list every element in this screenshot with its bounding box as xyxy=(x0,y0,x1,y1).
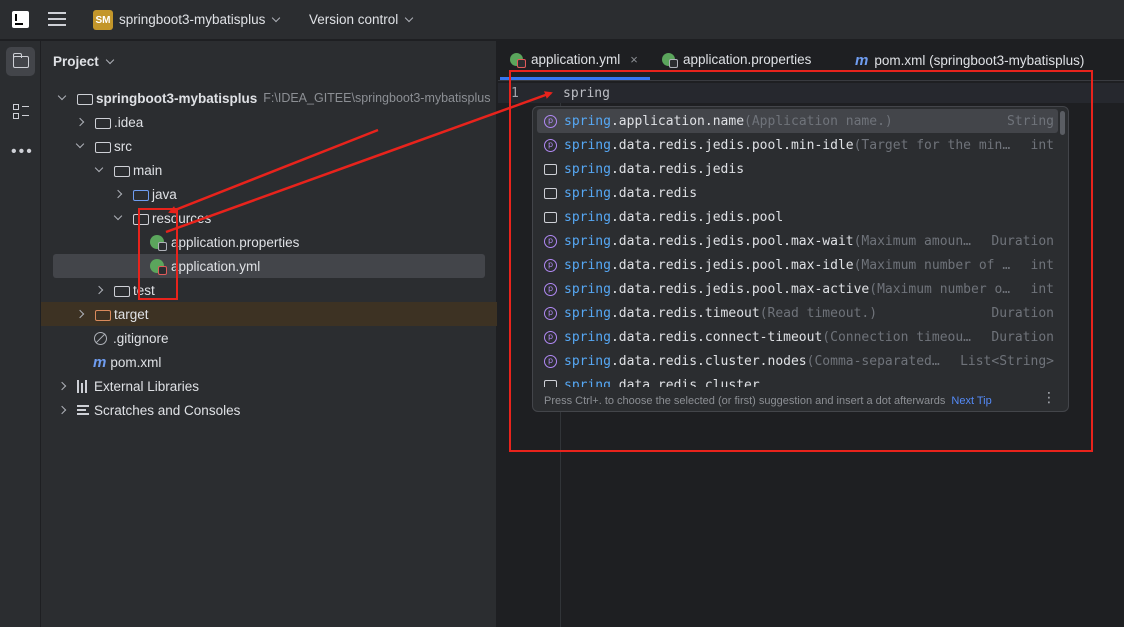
project-name-label: springboot3-mybatisplus xyxy=(119,12,266,27)
tree-item-path: F:\IDEA_GITEE\springboot3-mybatisplus xyxy=(263,91,491,105)
collapse-arrow-icon[interactable] xyxy=(113,211,123,221)
chevron-down-icon xyxy=(405,13,414,23)
intellij-logo-icon[interactable] xyxy=(12,11,29,28)
excluded-folder-icon xyxy=(95,309,111,321)
tree-item-label: main xyxy=(133,162,163,178)
project-selector[interactable]: springboot3-mybatisplus xyxy=(119,12,281,27)
expand-arrow-icon[interactable] xyxy=(113,189,123,199)
folder-icon xyxy=(95,141,111,153)
tree-item-label: Scratches and Consoles xyxy=(94,402,241,418)
tree-item-application-properties[interactable]: application.properties xyxy=(41,230,497,254)
project-panel-title[interactable]: Project xyxy=(53,54,115,69)
tree-item-idea[interactable]: .idea xyxy=(41,110,497,134)
ignore-file-icon xyxy=(94,331,107,345)
maven-icon: m xyxy=(855,52,869,69)
chevron-down-icon xyxy=(105,55,115,65)
maven-icon: m xyxy=(93,353,107,371)
expand-arrow-icon[interactable] xyxy=(75,117,85,127)
structure-icon xyxy=(13,104,29,120)
project-title-label: Project xyxy=(53,54,99,69)
tree-item-label: application.properties xyxy=(171,234,300,250)
libraries-icon xyxy=(77,379,91,393)
annotation-box-editor xyxy=(509,70,1093,452)
scratches-icon xyxy=(77,404,91,416)
tree-item-scratches[interactable]: Scratches and Consoles xyxy=(41,398,497,422)
expand-arrow-icon[interactable] xyxy=(57,405,67,415)
tree-item-java[interactable]: java xyxy=(41,182,497,206)
project-panel: Project springboot3-mybatisplus F:\IDEA_… xyxy=(41,41,497,627)
chevron-down-icon xyxy=(272,13,281,23)
expand-arrow-icon[interactable] xyxy=(75,309,85,319)
tab-application-yml[interactable]: application.yml × xyxy=(510,52,638,68)
tree-item-label: pom.xml xyxy=(110,354,162,370)
vcs-label: Version control xyxy=(309,12,399,27)
more-tools-button[interactable]: ••• xyxy=(6,137,35,166)
tree-item-label: src xyxy=(114,138,132,154)
close-icon[interactable]: × xyxy=(630,52,638,67)
tree-item-src[interactable]: src xyxy=(41,134,497,158)
version-control-menu[interactable]: Version control xyxy=(309,12,414,27)
main-menu-icon[interactable] xyxy=(48,12,66,28)
tree-item-application-yml[interactable]: application.yml xyxy=(53,254,485,278)
folder-icon xyxy=(95,117,111,129)
tree-item-label: .gitignore xyxy=(113,330,169,346)
spring-yml-icon xyxy=(510,53,526,68)
folder-icon xyxy=(114,165,130,177)
tab-label: application.yml xyxy=(531,52,621,67)
tree-item-project-root[interactable]: springboot3-mybatisplus F:\IDEA_GITEE\sp… xyxy=(41,86,497,110)
tree-item-label: target xyxy=(114,306,149,322)
tab-application-properties[interactable]: application.properties xyxy=(662,52,812,68)
collapse-arrow-icon[interactable] xyxy=(94,163,104,173)
tree-item-label: .idea xyxy=(114,114,144,130)
tab-pom-xml[interactable]: m pom.xml (springboot3-mybatisplus) xyxy=(855,52,1084,69)
tree-item-external-libraries[interactable]: External Libraries xyxy=(41,374,497,398)
structure-tool-button[interactable] xyxy=(6,97,35,126)
project-tool-button[interactable] xyxy=(6,47,35,76)
tab-label: application.properties xyxy=(683,52,812,67)
expand-arrow-icon[interactable] xyxy=(57,381,67,391)
more-dots-icon: ••• xyxy=(11,143,34,160)
folder-icon xyxy=(114,285,130,297)
tree-item-label: External Libraries xyxy=(94,378,200,394)
module-folder-icon xyxy=(77,93,93,105)
folder-icon xyxy=(12,53,29,68)
collapse-arrow-icon[interactable] xyxy=(75,139,85,149)
title-bar: SM springboot3-mybatisplus Version contr… xyxy=(0,0,1124,40)
tree-item-gitignore[interactable]: .gitignore xyxy=(41,326,497,350)
tree-item-target[interactable]: target xyxy=(41,302,497,326)
tree-item-pom[interactable]: m pom.xml xyxy=(41,350,497,374)
source-folder-icon xyxy=(133,189,149,201)
spring-properties-icon xyxy=(662,53,678,68)
project-badge[interactable]: SM xyxy=(93,10,113,30)
expand-arrow-icon[interactable] xyxy=(94,285,104,295)
tree-item-label: java xyxy=(152,186,177,202)
tree-item-resources[interactable]: resources xyxy=(41,206,497,230)
tree-item-label: application.yml xyxy=(171,258,261,274)
annotation-box-resources xyxy=(138,208,178,300)
tab-label: pom.xml (springboot3-mybatisplus) xyxy=(874,53,1085,68)
tree-item-label: springboot3-mybatisplus xyxy=(96,90,258,106)
tool-window-strip: ••• xyxy=(0,41,41,627)
tree-item-main[interactable]: main xyxy=(41,158,497,182)
collapse-arrow-icon[interactable] xyxy=(57,91,67,101)
tree-item-test[interactable]: test xyxy=(41,278,497,302)
